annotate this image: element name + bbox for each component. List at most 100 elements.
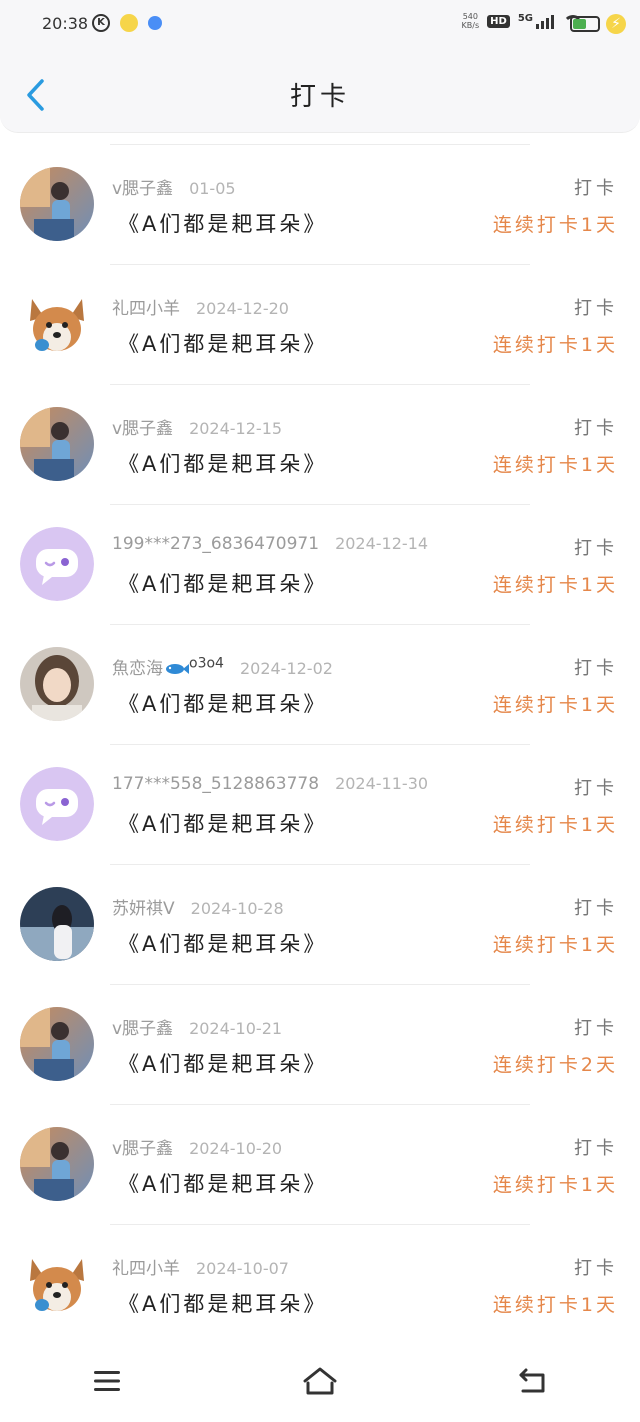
checkin-label: 打卡 xyxy=(574,178,618,199)
user-name-suffix: o3o4 xyxy=(189,655,224,672)
menu-button[interactable] xyxy=(77,1356,137,1406)
streak-label: 连续打卡1天 xyxy=(492,454,618,476)
checkin-date: 2024-12-02 xyxy=(239,659,333,678)
book-title[interactable]: 《A们都是耙耳朵》 xyxy=(118,1288,327,1318)
signal-icon: 5G xyxy=(518,13,554,29)
row-divider xyxy=(110,984,530,985)
name-date-line: v腮子鑫 2024-10-21 xyxy=(112,1014,282,1039)
checkin-label: 打卡 xyxy=(574,778,618,799)
user-avatar[interactable] xyxy=(20,647,94,721)
top-app-bar: 打卡 xyxy=(0,52,640,133)
book-title[interactable]: 《A们都是耙耳朵》 xyxy=(118,328,327,358)
user-name: 199***273_6836470971 xyxy=(112,534,320,554)
user-avatar[interactable] xyxy=(20,1247,94,1321)
user-avatar[interactable] xyxy=(20,527,94,601)
checkin-label: 打卡 xyxy=(574,418,618,439)
checkin-label: 打卡 xyxy=(574,298,618,319)
user-avatar[interactable] xyxy=(20,1007,94,1081)
system-nav-bar xyxy=(0,1340,640,1422)
book-title[interactable]: 《A们都是耙耳朵》 xyxy=(118,928,327,958)
return-icon xyxy=(519,1368,545,1393)
streak-label: 连续打卡1天 xyxy=(492,1174,618,1196)
checkin-row[interactable]: 魚恋海 o3o4 2024-12-02 《A们都是耙耳朵》 打卡 连续打卡1天 xyxy=(0,624,640,744)
checkin-date: 2024-11-30 xyxy=(335,774,429,793)
user-name: 礼四小羊 xyxy=(112,299,180,319)
user-avatar[interactable] xyxy=(20,1127,94,1201)
checkin-label: 打卡 xyxy=(574,538,618,559)
name-date-line: 礼四小羊 2024-10-07 xyxy=(112,1254,289,1279)
streak-label: 连续打卡1天 xyxy=(492,694,618,716)
checkin-row[interactable]: 177***558_5128863778 2024-11-30 《A们都是耙耳朵》 打… xyxy=(0,744,640,864)
user-name: 礼四小羊 xyxy=(112,1259,180,1279)
book-title[interactable]: 《A们都是耙耳朵》 xyxy=(118,568,327,598)
user-avatar[interactable] xyxy=(20,407,94,481)
streak-label: 连续打卡1天 xyxy=(492,934,618,956)
checkin-row[interactable]: v腮子鑫 01-05 《A们都是耙耳朵》 打卡连续打卡1天 xyxy=(0,144,640,264)
row-divider xyxy=(110,744,530,745)
row-divider xyxy=(110,384,530,385)
name-date-line: 177***558_5128863778 2024-11-30 xyxy=(112,774,428,794)
checkin-date: 2024-10-07 xyxy=(196,1259,289,1278)
book-title[interactable]: 《A们都是耙耳朵》 xyxy=(118,1168,327,1198)
charging-icon: ⚡ xyxy=(606,14,626,34)
user-name: v腮子鑫 xyxy=(112,419,174,439)
name-date-line: 魚恋海 o3o4 2024-12-02 xyxy=(112,654,333,679)
user-name: 魚恋海 xyxy=(112,659,163,679)
streak-label: 连续打卡1天 xyxy=(492,214,618,236)
user-avatar[interactable] xyxy=(20,887,94,961)
streak-label: 连续打卡1天 xyxy=(492,334,618,356)
user-avatar[interactable] xyxy=(20,287,94,361)
checkin-row[interactable]: 礼四小羊 2024-12-20 《A们都是耙耳朵》 打卡连续打卡1天 xyxy=(0,264,640,384)
home-button[interactable] xyxy=(290,1356,350,1406)
row-divider xyxy=(110,144,530,145)
book-title[interactable]: 《A们都是耙耳朵》 xyxy=(118,688,327,718)
battery-icon xyxy=(570,16,600,32)
net-speed: 540 KB/s xyxy=(461,12,480,30)
status-bar: 20:38 K 540 KB/s HD 5G ⚡ xyxy=(0,0,640,52)
row-divider xyxy=(110,1104,530,1105)
streak-label: 连续打卡1天 xyxy=(492,574,618,596)
checkin-date: 2024-10-20 xyxy=(189,1139,283,1158)
return-button[interactable] xyxy=(503,1356,563,1406)
checkin-date: 01-05 xyxy=(189,179,236,198)
checkin-date: 2024-10-28 xyxy=(190,899,284,918)
user-name: v腮子鑫 xyxy=(112,1019,174,1039)
name-date-line: v腮子鑫 2024-10-20 xyxy=(112,1134,282,1159)
book-title[interactable]: 《A们都是耙耳朵》 xyxy=(118,208,327,238)
checkin-row[interactable]: v腮子鑫 2024-12-15 《A们都是耙耳朵》 打卡 连续打卡1天 xyxy=(0,384,640,504)
checkin-date: 2024-12-14 xyxy=(335,534,429,553)
checkin-row[interactable]: 礼四小羊 2024-10-07 《A们都是耙耳朵》 打卡连续打卡1天 xyxy=(0,1224,640,1344)
user-name: v腮子鑫 xyxy=(112,1139,174,1159)
row-divider xyxy=(110,624,530,625)
row-divider xyxy=(110,264,530,265)
user-avatar[interactable] xyxy=(20,767,94,841)
app-notification-icon xyxy=(120,14,138,32)
user-name: 177***558_5128863778 xyxy=(112,774,320,794)
user-name: v腮子鑫 xyxy=(112,179,174,199)
user-name: 苏妍祺V xyxy=(112,899,175,919)
row-divider xyxy=(110,864,530,865)
status-time: 20:38 xyxy=(42,14,89,33)
menu-icon xyxy=(93,1371,120,1391)
user-avatar[interactable] xyxy=(20,167,94,241)
app-k-icon: K xyxy=(92,14,110,32)
row-divider xyxy=(110,504,530,505)
checkin-row[interactable]: 苏妍祺V 2024-10-28 《A们都是耙耳朵》 打卡连续打卡1天 xyxy=(0,864,640,984)
checkin-label: 打卡 xyxy=(574,1258,618,1279)
checkin-row[interactable]: 199***273_6836470971 2024-12-14 《A们都是耙耳朵》 打… xyxy=(0,504,640,624)
home-icon xyxy=(303,1367,337,1395)
name-date-line: 礼四小羊 2024-12-20 xyxy=(112,294,289,319)
checkin-row[interactable]: v腮子鑫 2024-10-20 《A们都是耙耳朵》 打卡连续打卡1天 xyxy=(0,1104,640,1224)
checkin-label: 打卡 xyxy=(574,1138,618,1159)
checkin-date: 2024-10-21 xyxy=(189,1019,283,1038)
book-title[interactable]: 《A们都是耙耳朵》 xyxy=(118,808,327,838)
hd-badge: HD xyxy=(487,14,510,28)
paw-icon xyxy=(148,16,162,30)
streak-label: 连续打卡1天 xyxy=(492,1294,618,1316)
streak-label: 连续打卡1天 xyxy=(492,814,618,836)
book-title[interactable]: 《A们都是耙耳朵》 xyxy=(118,1048,327,1078)
checkin-label: 打卡 xyxy=(574,898,618,919)
checkin-list: v腮子鑫 01-05 《A们都是耙耳朵》 打卡 连续打卡1天 礼四小羊 2024-12-20… xyxy=(0,144,640,1344)
checkin-row[interactable]: v腮子鑫 2024-10-21 《A们都是耙耳朵》 打卡 连续打卡2天 xyxy=(0,984,640,1104)
book-title[interactable]: 《A们都是耙耳朵》 xyxy=(118,448,327,478)
